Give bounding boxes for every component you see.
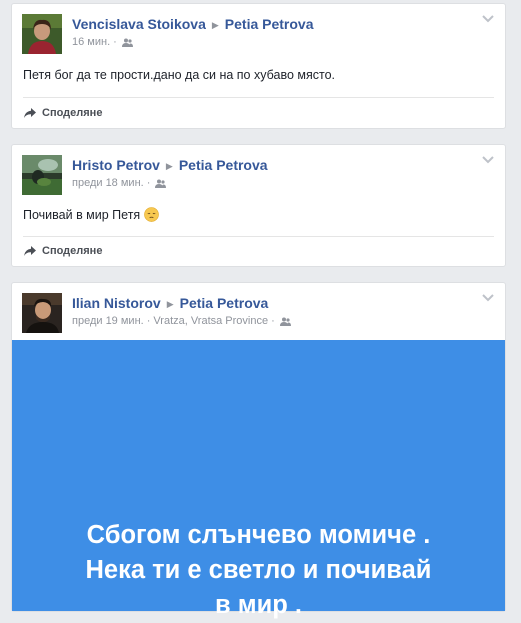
share-icon bbox=[24, 108, 36, 118]
timestamp[interactable]: преди 18 мин. bbox=[72, 177, 144, 189]
post-header: Ilian Nistorov ▶ Petia Petrova преди 19 ми… bbox=[12, 283, 505, 333]
target-link[interactable]: Petia Petrova bbox=[180, 295, 269, 311]
target-link[interactable]: Petia Petrova bbox=[179, 157, 268, 173]
timestamp[interactable]: преди 19 мин. bbox=[72, 315, 144, 327]
share-label: Споделяне bbox=[42, 107, 103, 119]
post-text: Почивай в мир Петя bbox=[23, 207, 160, 222]
share-icon bbox=[24, 246, 36, 256]
image-text-line: в мир . bbox=[214, 591, 303, 619]
text-image-post[interactable]: Сбогом слънчево момиче . Нека ти е светл… bbox=[12, 340, 505, 619]
image-text-line: Сбогом слънчево момиче . bbox=[86, 521, 431, 549]
location-link[interactable]: Vratza, Vratsa Province bbox=[153, 315, 268, 327]
author-link[interactable]: Ilian Nistorov bbox=[72, 295, 161, 311]
audience-friends-icon[interactable] bbox=[155, 179, 167, 188]
arrow-right-icon: ▶ bbox=[165, 161, 173, 171]
arrow-right-icon: ▶ bbox=[211, 20, 219, 30]
chevron-down-icon[interactable] bbox=[481, 14, 495, 24]
post-header: Vencislava Stoikova ▶ Petia Petrova 16 мин… bbox=[12, 4, 505, 54]
post-text-content: Почивай в мир Петя bbox=[23, 208, 141, 222]
author-link[interactable]: Vencislava Stoikova bbox=[72, 16, 206, 32]
share-button[interactable]: Споделяне bbox=[24, 245, 102, 257]
post-card: Ilian Nistorov ▶ Petia Petrova преди 19 ми… bbox=[11, 282, 506, 619]
meta-separator: · bbox=[146, 177, 151, 189]
share-button[interactable]: Споделяне bbox=[24, 107, 102, 119]
meta-separator: · bbox=[146, 315, 151, 327]
post-meta: преди 18 мин. · bbox=[72, 177, 167, 189]
post-names: Ilian Nistorov ▶ Petia Petrova bbox=[72, 295, 268, 311]
meta-separator: · bbox=[271, 315, 275, 327]
pensive-face-emoji-icon bbox=[144, 207, 160, 222]
avatar-image bbox=[22, 14, 62, 54]
chevron-down-icon[interactable] bbox=[481, 155, 495, 165]
divider bbox=[23, 97, 494, 98]
post-text: Петя бог да те прости.дано да си на по х… bbox=[23, 68, 335, 82]
post-card: Hristo Petrov ▶ Petia Petrova преди 18 мин… bbox=[11, 144, 506, 267]
post-meta: 16 мин. · bbox=[72, 36, 133, 48]
image-text-line: Нека ти е светло и почивай bbox=[85, 556, 432, 584]
image-text: Сбогом слънчево момиче . Нека ти е светл… bbox=[12, 518, 505, 623]
avatar[interactable] bbox=[22, 14, 62, 54]
avatar[interactable] bbox=[22, 155, 62, 195]
timestamp[interactable]: 16 мин. bbox=[72, 36, 110, 48]
post-meta: преди 19 мин. · Vratza, Vratsa Province · bbox=[72, 315, 291, 327]
audience-friends-icon[interactable] bbox=[121, 38, 133, 47]
target-link[interactable]: Petia Petrova bbox=[225, 16, 314, 32]
post-card: Vencislava Stoikova ▶ Petia Petrova 16 мин… bbox=[11, 3, 506, 129]
meta-separator: · bbox=[113, 36, 117, 48]
share-label: Споделяне bbox=[42, 245, 103, 257]
audience-friends-icon[interactable] bbox=[279, 317, 291, 326]
avatar[interactable] bbox=[22, 293, 62, 333]
post-names: Vencislava Stoikova ▶ Petia Petrova bbox=[72, 16, 314, 32]
avatar-image bbox=[22, 155, 62, 195]
post-header: Hristo Petrov ▶ Petia Petrova преди 18 мин… bbox=[12, 145, 505, 195]
author-link[interactable]: Hristo Petrov bbox=[72, 157, 160, 173]
chevron-down-icon[interactable] bbox=[481, 293, 495, 303]
avatar-image bbox=[22, 293, 62, 333]
arrow-right-icon: ▶ bbox=[166, 299, 174, 309]
post-names: Hristo Petrov ▶ Petia Petrova bbox=[72, 157, 268, 173]
divider bbox=[23, 236, 494, 237]
